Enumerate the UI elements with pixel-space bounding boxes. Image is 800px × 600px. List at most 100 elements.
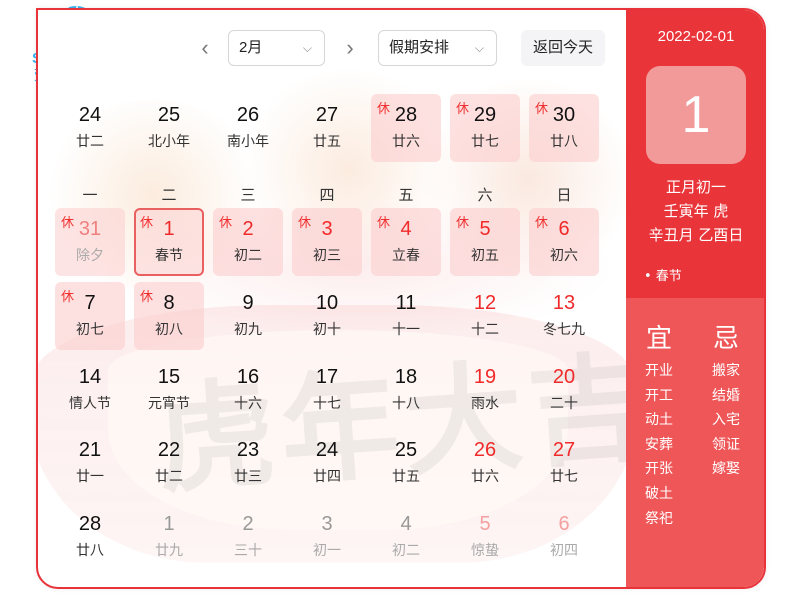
month-day-ganzhi: 辛丑月 乙酉日 <box>648 226 744 244</box>
day-number: 27 <box>552 439 576 461</box>
day-cell[interactable]: 休 28 廿六 <box>371 94 441 162</box>
day-number: 20 <box>552 366 576 388</box>
day-number: 3 <box>321 218 333 240</box>
lunar-label: 十七 <box>313 396 341 412</box>
lunar-label: 廿六 <box>392 134 420 150</box>
selected-day-number: 1 <box>646 66 746 164</box>
ji-item: 结婚 <box>712 387 740 404</box>
day-cell[interactable]: 9 初九 <box>213 282 283 350</box>
weekday-mon: 一 <box>82 186 98 204</box>
day-cell[interactable]: 11 十一 <box>371 282 441 350</box>
day-cell[interactable]: 休 5 初五 <box>450 208 520 276</box>
yi-item: 开张 <box>645 461 673 478</box>
day-cell[interactable]: 休 4 立春 <box>371 208 441 276</box>
day-cell[interactable]: 休 6 初六 <box>529 208 599 276</box>
yi-item: 破土 <box>645 485 673 502</box>
lunar-label: 立春 <box>392 248 420 264</box>
day-cell[interactable]: 25 北小年 <box>134 94 204 162</box>
day-cell[interactable]: 23 廿三 <box>213 429 283 497</box>
day-number: 1 <box>163 218 175 240</box>
day-cell[interactable]: 27 廿七 <box>529 429 599 497</box>
day-cell[interactable]: 24 廿二 <box>55 94 125 162</box>
lunar-label: 廿二 <box>155 469 183 485</box>
weekday-sun: 日 <box>556 186 572 204</box>
day-cell[interactable]: 4 初二 <box>371 503 441 571</box>
day-cell[interactable]: 6 初四 <box>529 503 599 571</box>
ji-column: 忌 搬家 结婚 入宅 领证 嫁娶 <box>706 318 746 482</box>
lunar-label: 除夕 <box>76 248 104 264</box>
day-cell[interactable]: 休 2 初二 <box>213 208 283 276</box>
day-cell[interactable]: 休 7 初七 <box>55 282 125 350</box>
day-cell[interactable]: 25 廿五 <box>371 429 441 497</box>
lunar-label: 廿五 <box>392 469 420 485</box>
day-cell[interactable]: 28 廿八 <box>55 503 125 571</box>
yi-column: 宜 开业 开工 动土 安葬 开张 破土 祭祀 <box>639 318 679 531</box>
day-cell[interactable]: 16 十六 <box>213 356 283 424</box>
day-cell[interactable]: 休 31 除夕 <box>55 208 125 276</box>
weekday-sat: 六 <box>477 186 493 204</box>
day-cell[interactable]: 20 二十 <box>529 356 599 424</box>
lunar-label: 初九 <box>234 322 262 338</box>
day-number: 6 <box>558 513 570 535</box>
lunar-label: 廿九 <box>155 543 183 559</box>
day-number: 15 <box>157 366 181 388</box>
day-cell[interactable]: 15 元宵节 <box>134 356 204 424</box>
day-cell[interactable]: 休 3 初三 <box>292 208 362 276</box>
day-number: 5 <box>479 218 491 240</box>
day-number: 8 <box>163 292 175 314</box>
day-cell[interactable]: 1 廿九 <box>134 503 204 571</box>
day-cell[interactable]: 22 廿二 <box>134 429 204 497</box>
day-cell[interactable]: 5 惊蛰 <box>450 503 520 571</box>
lunar-label: 廿一 <box>76 469 104 485</box>
day-number: 7 <box>84 292 96 314</box>
day-cell[interactable]: 18 十八 <box>371 356 441 424</box>
day-cell[interactable]: 休 30 廿八 <box>529 94 599 162</box>
yi-item: 安葬 <box>645 436 673 453</box>
lunar-label: 廿三 <box>234 469 262 485</box>
day-number: 28 <box>78 513 102 535</box>
lunar-label: 雨水 <box>471 396 499 412</box>
day-cell[interactable]: 17 十七 <box>292 356 362 424</box>
day-cell[interactable]: 24 廿四 <box>292 429 362 497</box>
month-select[interactable]: 2月 ⌵ <box>228 30 325 66</box>
day-number: 26 <box>473 439 497 461</box>
day-cell[interactable]: 3 初一 <box>292 503 362 571</box>
selected-date: 2022-02-01 <box>657 28 735 45</box>
holiday-select[interactable]: 假期安排 ⌵ <box>378 30 497 66</box>
day-cell[interactable]: 10 初十 <box>292 282 362 350</box>
day-cell[interactable]: 12 十二 <box>450 282 520 350</box>
day-cell[interactable]: 休 29 廿七 <box>450 94 520 162</box>
prev-month-button[interactable]: ‹ <box>195 34 215 62</box>
lunar-label: 二十 <box>550 396 578 412</box>
day-cell[interactable]: 26 南小年 <box>213 94 283 162</box>
day-cell[interactable]: 27 廿五 <box>292 94 362 162</box>
lunar-label: 廿六 <box>471 469 499 485</box>
day-cell[interactable]: 13 冬七九 <box>529 282 599 350</box>
lunar-label: 情人节 <box>69 396 111 412</box>
day-cell[interactable]: 休 8 初八 <box>134 282 204 350</box>
day-cell[interactable]: 14 情人节 <box>55 356 125 424</box>
day-number: 4 <box>400 513 412 535</box>
weekday-tue: 二 <box>161 186 177 204</box>
lunar-label: 初八 <box>155 322 183 338</box>
ji-item: 入宅 <box>712 412 740 429</box>
day-number: 2 <box>242 218 254 240</box>
day-number: 13 <box>552 292 576 314</box>
weekday-wed: 三 <box>240 186 256 204</box>
next-month-button[interactable]: › <box>340 34 360 62</box>
lunar-label: 十一 <box>392 322 420 338</box>
day-cell-selected[interactable]: 休 1 春节 <box>134 208 204 276</box>
day-cell[interactable]: 19 雨水 <box>450 356 520 424</box>
chevron-left-icon: ‹ <box>201 35 209 60</box>
day-number: 28 <box>394 104 418 126</box>
ji-item: 搬家 <box>712 363 740 379</box>
back-to-today-button[interactable]: 返回今天 <box>521 30 605 66</box>
day-cell[interactable]: 2 三十 <box>213 503 283 571</box>
day-cell[interactable]: 26 廿六 <box>450 429 520 497</box>
lunar-label: 南小年 <box>227 134 269 150</box>
almanac-panel: 宜 开业 开工 动土 安葬 开张 破土 祭祀 忌 搬家 结婚 入宅 领证 嫁娶 <box>626 298 764 587</box>
day-cell[interactable]: 21 廿一 <box>55 429 125 497</box>
lunar-label: 初十 <box>313 322 341 338</box>
month-select-value: 2月 <box>239 39 263 56</box>
lunar-label: 廿五 <box>313 134 341 150</box>
